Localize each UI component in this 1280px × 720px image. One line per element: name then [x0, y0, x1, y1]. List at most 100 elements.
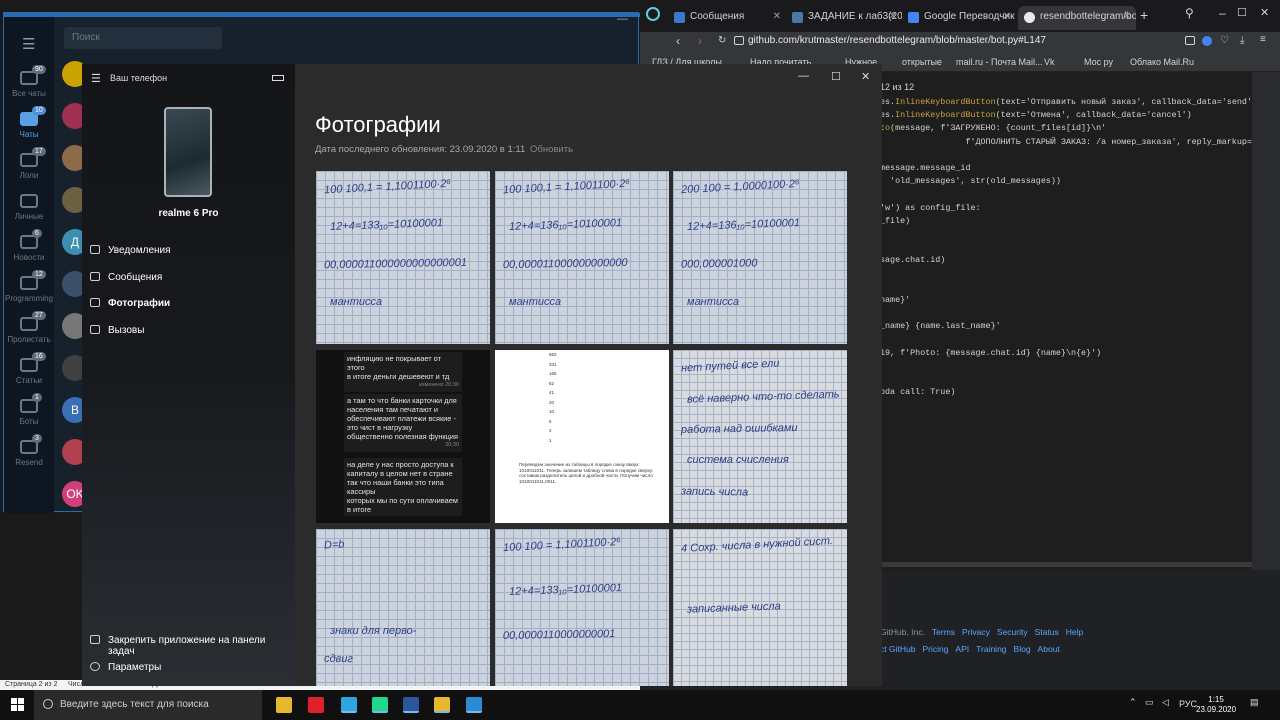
horizontal-scrollbar[interactable]	[880, 562, 1252, 567]
tab-2[interactable]: Google Переводчик ✕	[902, 6, 1016, 30]
folder-label: Пролистать	[7, 335, 51, 344]
taskbar: Введите здесь текст для поиска ⌃ ▭ ◁ РУС…	[0, 690, 1280, 720]
photo-thumbnail[interactable]: инфляцию не покрывает от этого в итоге д…	[316, 350, 490, 523]
minimize-icon[interactable]: —	[605, 13, 640, 25]
photo-thumbnail[interactable]: нет путей все ели всё наверно что-то сдел…	[673, 350, 847, 523]
photo-thumbnail[interactable]: 4 Сохр. числа в нужной сист. записанные ч…	[673, 529, 847, 686]
folder-tab-5[interactable]: 12 Programming	[4, 270, 54, 303]
tab-1[interactable]: ЗАДАНИЕ к лаб3(2020✕	[786, 6, 902, 30]
volume-icon[interactable]: ◁	[1162, 697, 1169, 708]
bookmark-item[interactable]: mail.ru - Почта Mail...	[956, 57, 1043, 67]
pycharm-icon[interactable]	[372, 697, 388, 713]
photo-thumbnail[interactable]: 100 100,1 = 1,1001100·2⁶ 12+4=133₁₀=10100…	[316, 171, 490, 344]
folder-tab-7[interactable]: 16 Статьи	[4, 352, 54, 385]
folder-label: Programming	[4, 294, 53, 303]
close-icon[interactable]: ✕	[861, 70, 870, 83]
footer-link[interactable]: Status	[1035, 627, 1059, 637]
gear-icon	[90, 662, 100, 671]
menu-icon[interactable]: ≡	[1260, 34, 1266, 45]
file-explorer-icon[interactable]	[276, 697, 292, 713]
tab-0[interactable]: Сообщения ✕	[668, 6, 786, 30]
shield-icon[interactable]	[1202, 36, 1212, 46]
github-icon	[1024, 12, 1035, 23]
phone-image	[164, 107, 212, 197]
photo-thumbnail[interactable]: 663 331 165 82 41 20 10 5 2 1 Переведем значение и…	[495, 350, 669, 523]
notification-icon[interactable]: ▤	[1250, 697, 1259, 708]
folder-tab-6[interactable]: 27 Пролистать	[4, 311, 54, 344]
camera-icon[interactable]	[1185, 36, 1195, 45]
bookmark-item[interactable]: Мос ру	[1084, 57, 1113, 67]
photo-thumbnail[interactable]: 100 100,1 = 1,1001100·2⁶ 12+4=136₁₀=10100…	[495, 171, 669, 344]
footer-link[interactable]: Blog	[1014, 644, 1031, 654]
message-text: а там то что банки карточки для населени…	[347, 396, 459, 441]
forward-icon[interactable]: ›	[698, 34, 702, 48]
windows-start-icon[interactable]	[11, 698, 25, 712]
messages-tab-icon	[674, 12, 685, 23]
minimize-icon[interactable]: –	[1219, 6, 1226, 20]
folder-tab-0[interactable]: 90 Все чаты	[4, 65, 54, 98]
footer-link[interactable]: API	[955, 644, 969, 654]
minimize-icon[interactable]: —	[798, 70, 809, 82]
address-bar[interactable]: ‹ › ↻ github.com/krutmaster/resendbottel…	[640, 32, 1280, 52]
tab-3[interactable]: resendbottelegram/bot ✕	[1018, 6, 1136, 30]
scrollbar[interactable]	[1252, 72, 1280, 570]
new-tab-icon[interactable]: +	[1140, 7, 1148, 23]
download-icon[interactable]: ⤓	[1240, 35, 1244, 46]
close-icon[interactable]: ✕	[1123, 11, 1131, 22]
search-icon	[43, 699, 53, 709]
reload-icon[interactable]: ↻	[718, 35, 726, 46]
telegram-titlebar[interactable]	[4, 13, 640, 17]
photo-thumbnail[interactable]: 200 100 = 1,0000100·2⁶ 12+4=136₁₀=1010000…	[673, 171, 847, 344]
your-phone-icon[interactable]	[466, 697, 482, 713]
chat-message: а там то что банки карточки для населени…	[344, 394, 462, 452]
folder-tab-9[interactable]: 3 Resend	[4, 434, 54, 467]
word-icon[interactable]	[403, 697, 419, 713]
folder-tab-8[interactable]: 1 Боты	[4, 393, 54, 426]
footer-link[interactable]: About	[1038, 644, 1060, 654]
menu-icon[interactable]: ☰	[91, 72, 101, 85]
search-icon[interactable]: ⚲	[1185, 6, 1194, 20]
footer-link[interactable]: Help	[1066, 627, 1083, 637]
photos-pane: — ☐ ✕ Фотографии Дата последнего обновле…	[295, 64, 882, 686]
search-input[interactable]: Поиск	[64, 27, 222, 49]
bookmark-item[interactable]: открытые	[902, 57, 942, 67]
close-icon[interactable]: ✕	[1003, 11, 1011, 22]
maximize-icon[interactable]: ☐	[1237, 6, 1247, 19]
heart-icon[interactable]: ♡	[1220, 35, 1229, 46]
folder-tab-3[interactable]: Личные	[4, 194, 54, 221]
opera-icon[interactable]	[308, 697, 324, 713]
table-value: 663	[549, 352, 557, 357]
photo-thumbnail[interactable]: 100 100 = 1,1001100·2⁶ 12+4=133₁₀=1010000…	[495, 529, 669, 686]
refresh-link[interactable]: Обновить	[530, 144, 573, 155]
clock[interactable]: 1:15 23.09.2020	[1196, 695, 1236, 715]
bookmark-item[interactable]: Vk	[1044, 57, 1055, 67]
close-icon[interactable]: ✕	[889, 11, 897, 22]
footer-link[interactable]: Terms	[932, 627, 955, 637]
url-text[interactable]: github.com/krutmaster/resendbottelegram/…	[748, 35, 1046, 46]
language-indicator[interactable]: РУС	[1179, 699, 1197, 709]
close-icon[interactable]: ✕	[1260, 6, 1269, 19]
footer-link[interactable]: Pricing	[922, 644, 948, 654]
close-icon[interactable]: ✕	[773, 11, 781, 22]
footer-link[interactable]: ct GitHub	[880, 644, 915, 654]
photo-thumbnail[interactable]: D=b знаки для перво-сдвиг	[316, 529, 490, 686]
bookmark-item[interactable]: Облако Mail.Ru	[1130, 57, 1194, 67]
handwritten-line: 200 100 = 1,0000100·2⁶	[680, 177, 800, 197]
footer-link[interactable]: Security	[997, 627, 1028, 637]
footer-link[interactable]: GitHub, Inc.	[880, 627, 925, 637]
footer-link[interactable]: Privacy	[962, 627, 990, 637]
handwritten-line: 4 Сохр. числа в нужной сист.	[680, 535, 834, 555]
chevron-up-icon[interactable]: ⌃	[1129, 697, 1137, 708]
folder-tab-4[interactable]: 6 Новости	[4, 229, 54, 262]
folder-tab-1[interactable]: 10 Чаты	[4, 106, 54, 139]
maximize-icon[interactable]: ☐	[831, 70, 841, 83]
menu-icon[interactable]: ☰	[22, 35, 35, 53]
folder-icon[interactable]	[434, 697, 450, 713]
footer-link[interactable]: Training	[976, 644, 1006, 654]
back-icon[interactable]: ‹	[676, 34, 680, 48]
telegram-icon[interactable]	[341, 697, 357, 713]
folder-tab-2[interactable]: 17 Лоли	[4, 147, 54, 180]
taskbar-search-input[interactable]: Введите здесь текст для поиска	[34, 690, 262, 720]
opera-gx-icon[interactable]	[646, 7, 660, 21]
network-icon[interactable]: ▭	[1145, 697, 1154, 708]
